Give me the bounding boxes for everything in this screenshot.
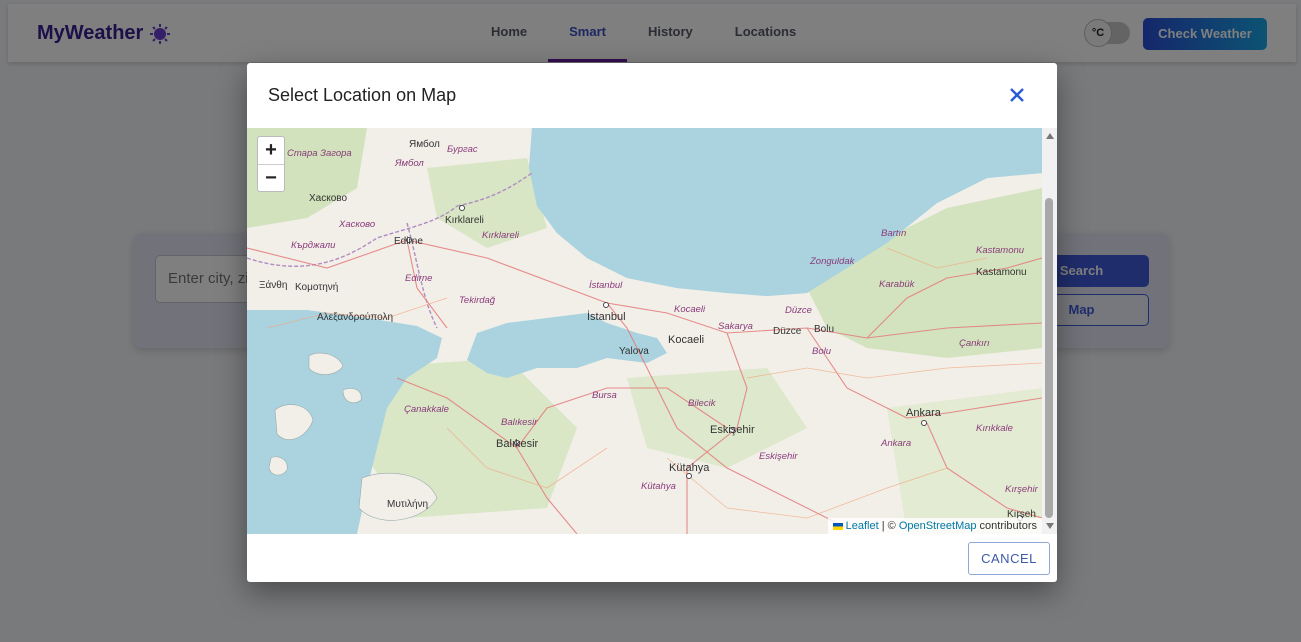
scroll-down-arrow-icon[interactable]: [1046, 523, 1054, 529]
map-view[interactable]: Ямбол Хасково Kırklareli Edirne Ξάνθη Κο…: [247, 128, 1042, 534]
map-label-bartin: Bartın: [881, 228, 906, 239]
ukraine-flag-icon: [832, 522, 843, 530]
map-label-balikesir: Balıkesir: [496, 438, 539, 450]
map-label-kirklareli: Kırklareli: [445, 215, 484, 226]
map-label-haskovo-province: Хасково: [338, 219, 375, 230]
map-label-stara-zagora: Стара Загора: [287, 148, 352, 159]
dialog-title: Select Location on Map: [268, 85, 457, 105]
map-label-balikesir-province: Balıkesir: [501, 417, 538, 428]
map-attribution: Leaflet | © OpenStreetMap contributors: [827, 518, 1042, 534]
map-label-haskovo: Хасково: [309, 193, 347, 204]
map-label-komotini: Κομοτηνή: [295, 281, 338, 293]
map-label-kutahya: Kütahya: [669, 462, 710, 474]
map-label-alexandroupoli: Αλεξανδρούπολη: [317, 311, 393, 323]
map-label-kocaeli-province: Kocaeli: [674, 304, 706, 315]
map-label-kutahya-province: Kütahya: [641, 481, 676, 492]
map-label-yambol-province: Ямбол: [394, 158, 424, 169]
map-label-istanbul: İstanbul: [587, 310, 626, 323]
map-label-canakkale: Çanakkale: [404, 404, 449, 415]
map-label-sakarya: Sakarya: [718, 321, 753, 332]
map-label-duzce-province: Düzce: [785, 305, 812, 316]
map-label-eskisehir: Eskişehir: [710, 424, 755, 436]
map-label-burgas: Бургас: [447, 144, 478, 155]
map-label-istanbul-province: İstanbul: [589, 280, 623, 291]
map-label-karabuk: Karabük: [879, 279, 916, 290]
scroll-up-arrow-icon[interactable]: [1046, 133, 1054, 139]
map-label-mytilene: Μυτιλήνη: [387, 498, 428, 510]
zoom-in-button[interactable]: +: [258, 137, 284, 164]
attribution-suffix: contributors: [976, 520, 1037, 532]
map-label-ankara: Ankara: [906, 407, 942, 419]
map-tiles[interactable]: Ямбол Хасково Kırklareli Edirne Ξάνθη Κο…: [247, 128, 1042, 534]
map-label-yambol: Ямбол: [409, 138, 440, 150]
map-label-duzce: Düzce: [773, 326, 802, 337]
map-label-bolu-province: Bolu: [812, 346, 832, 357]
map-label-ankara-province: Ankara: [880, 438, 911, 449]
zoom-control: + −: [257, 136, 285, 192]
scroll-thumb[interactable]: [1045, 198, 1053, 518]
zoom-out-button[interactable]: −: [258, 164, 284, 191]
attribution-separator: | ©: [878, 520, 899, 532]
map-label-zonguldak: Zonguldak: [809, 256, 856, 267]
map-label-eskisehir-province: Eskişehir: [759, 451, 798, 462]
map-label-tekirdag: Tekirdağ: [459, 295, 496, 306]
leaflet-link[interactable]: Leaflet: [846, 520, 879, 532]
map-label-kirikkale: Kırıkkale: [976, 423, 1013, 434]
map-label-kastamonu-province: Kastamonu: [976, 245, 1025, 256]
map-label-yalova: Yalova: [619, 346, 649, 357]
cancel-button[interactable]: CANCEL: [968, 542, 1050, 575]
map-dialog: Select Location on Map Ямбол Хасково Kır…: [247, 63, 1057, 582]
map-label-bolu: Bolu: [814, 324, 834, 335]
dialog-scrollbar[interactable]: [1042, 128, 1057, 534]
map-label-kastamonu: Kastamonu: [976, 267, 1027, 278]
map-label-kocaeli: Kocaeli: [668, 334, 704, 346]
map-label-kirklareli-province: Kırklareli: [482, 230, 520, 241]
map-label-edirne: Edirne: [394, 236, 423, 247]
map-label-kardzhali: Кърджали: [291, 240, 336, 251]
openstreetmap-link[interactable]: OpenStreetMap: [899, 520, 977, 532]
map-label-kirsehir-province: Kırşehir: [1005, 484, 1039, 495]
map-label-cankiri: Çankırı: [959, 338, 990, 349]
map-label-bursa: Bursa: [592, 390, 617, 401]
map-label-bilecik: Bilecik: [688, 398, 717, 409]
close-icon: [1010, 88, 1024, 102]
close-button[interactable]: [1004, 82, 1030, 108]
map-label-edirne-province: Edirne: [405, 273, 432, 284]
map-label-xanthi: Ξάνθη: [259, 279, 287, 291]
